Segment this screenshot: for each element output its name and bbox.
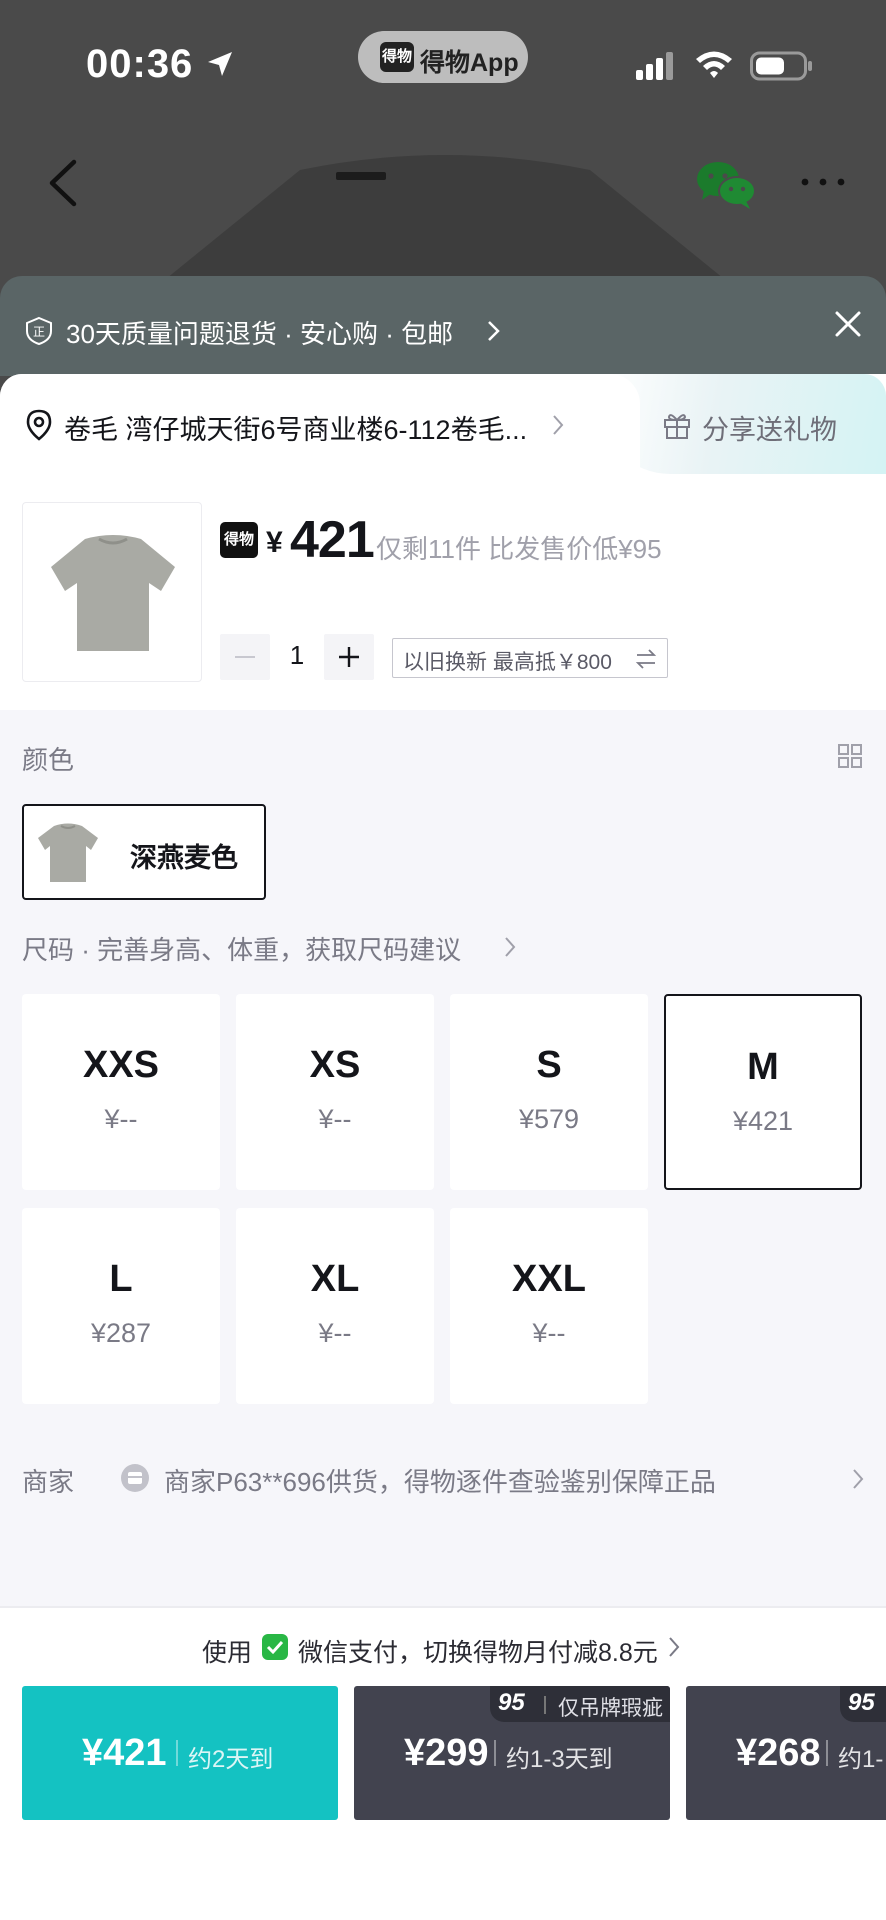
shield-icon: 正 — [26, 316, 52, 346]
size-name: XL — [310, 1258, 360, 1300]
service-guarantee-text: 30天质量问题退货 · 安心购 · 包邮 — [66, 319, 454, 349]
back-arrow-icon[interactable] — [46, 158, 80, 208]
buy-button-fast[interactable]: ¥421 约2天到 — [22, 1686, 338, 1820]
divider — [826, 1740, 828, 1766]
wechat-pay-icon — [262, 1634, 288, 1660]
location-pin-icon — [26, 409, 52, 441]
product-thumbnail[interactable] — [22, 502, 202, 682]
exchange-icon — [635, 649, 657, 669]
size-price: ¥-- — [104, 1104, 138, 1134]
stock-note: 仅剩11件 比发售价低¥95 — [376, 534, 662, 564]
buy-button-flawed[interactable]: 95 仅吊牌瑕疵 ¥299 约1-3天到 — [354, 1686, 670, 1820]
condition-text: 仅吊牌瑕疵 — [558, 1697, 663, 1720]
share-gift-label[interactable]: 分享送礼物 — [702, 408, 837, 447]
size-name: S — [536, 1044, 562, 1086]
size-option-xs[interactable]: XS ¥-- — [236, 994, 434, 1190]
service-guarantee-banner[interactable]: 正 30天质量问题退货 · 安心购 · 包邮 — [0, 276, 886, 376]
price-currency: ¥ — [266, 526, 283, 559]
color-option-label: 深燕麦色 — [130, 843, 238, 873]
status-bar: 00:36 得物 得物App — [0, 0, 886, 120]
merchant-info[interactable]: 商家P63**696供货，得物逐件查验鉴别保障正品 — [164, 1462, 716, 1499]
wechat-share-icon[interactable] — [696, 160, 756, 210]
app-logo-icon: 得物 — [380, 42, 414, 72]
size-section-label[interactable]: 尺码 · 完善身高、体重，获取尺码建议 — [22, 930, 461, 967]
t-shirt-image — [51, 535, 175, 651]
size-option-xxl[interactable]: XXL ¥-- — [450, 1208, 648, 1404]
quantity-value: 1 — [289, 640, 305, 670]
pay-tip-text[interactable]: 微信支付，切换得物月付减8.8元 — [298, 1633, 658, 1669]
size-name: XS — [309, 1044, 361, 1086]
battery-icon — [750, 51, 812, 81]
size-name: L — [109, 1258, 133, 1300]
color-section-label: 颜色 — [22, 745, 75, 775]
more-options-icon[interactable] — [800, 172, 846, 192]
delivery-address[interactable]: 卷毛 湾仔城天街6号商业楼6-112卷毛... — [64, 408, 527, 447]
minus-icon — [235, 656, 255, 658]
size-option-xxs[interactable]: XXS ¥-- — [22, 994, 220, 1190]
wifi-icon — [696, 51, 732, 78]
size-option-m[interactable]: M ¥421 — [664, 994, 862, 1190]
size-price: ¥-- — [318, 1104, 352, 1134]
merchant-label: 商家 — [22, 1467, 75, 1497]
chevron-right-icon — [505, 937, 516, 957]
chevron-right-icon — [853, 1469, 864, 1489]
buy-price: ¥421 — [82, 1732, 167, 1774]
size-price: ¥287 — [90, 1318, 152, 1348]
status-time: 00:36 — [86, 42, 194, 86]
condition-tag: 95 仅吊牌瑕疵 — [490, 1686, 670, 1722]
store-icon — [121, 1464, 149, 1492]
svg-text:正: 正 — [33, 325, 45, 339]
color-option-oatmeal[interactable]: 深燕麦色 — [22, 804, 266, 900]
quantity-decrease-button[interactable] — [220, 634, 270, 680]
trade-in-text: 以旧换新 最高抵￥800 — [403, 651, 612, 674]
condition-badge: 95 — [498, 1689, 525, 1716]
size-option-xl[interactable]: XL ¥-- — [236, 1208, 434, 1404]
pay-tip-prefix: 使用 — [202, 1639, 253, 1667]
chevron-right-icon — [669, 1637, 680, 1657]
buy-eta: 约2天到 — [188, 1746, 274, 1773]
close-icon[interactable] — [834, 310, 862, 338]
product-price: 421 — [290, 511, 375, 569]
size-price: ¥421 — [732, 1106, 794, 1136]
divider — [494, 1740, 496, 1766]
dewu-logo-icon: 得物 — [220, 522, 258, 558]
gift-icon — [664, 414, 690, 439]
chevron-right-icon — [488, 321, 500, 341]
divider — [176, 1740, 178, 1766]
size-option-s[interactable]: S ¥579 — [450, 994, 648, 1190]
size-name: XXL — [512, 1258, 586, 1300]
location-arrow-icon — [208, 52, 232, 76]
buy-eta: 约1-3天到 — [506, 1746, 613, 1773]
buy-eta: 约1- — [838, 1746, 884, 1773]
buy-price: ¥268 — [736, 1732, 821, 1774]
quantity-increase-button[interactable] — [324, 634, 374, 680]
condition-badge: 95 — [848, 1689, 875, 1716]
buy-button-used[interactable]: 95 ¥268 约1- — [686, 1686, 886, 1820]
size-name: XXS — [82, 1044, 160, 1086]
trade-in-button[interactable]: 以旧换新 最高抵￥800 — [392, 638, 668, 678]
t-shirt-image — [38, 823, 98, 882]
size-price: ¥-- — [532, 1318, 566, 1348]
size-name: M — [747, 1046, 779, 1088]
plus-icon — [339, 647, 359, 667]
app-name: 得物App — [420, 49, 519, 77]
chevron-right-icon — [553, 415, 564, 435]
divider — [544, 1696, 546, 1714]
buy-price: ¥299 — [404, 1732, 489, 1774]
size-price: ¥579 — [518, 1104, 580, 1134]
size-price: ¥-- — [318, 1318, 352, 1348]
cellular-signal-icon — [636, 52, 673, 80]
size-option-l[interactable]: L ¥287 — [22, 1208, 220, 1404]
grid-view-icon[interactable] — [838, 744, 862, 768]
return-to-app-pill[interactable]: 得物 得物App — [358, 31, 528, 83]
condition-tag: 95 — [840, 1686, 886, 1722]
